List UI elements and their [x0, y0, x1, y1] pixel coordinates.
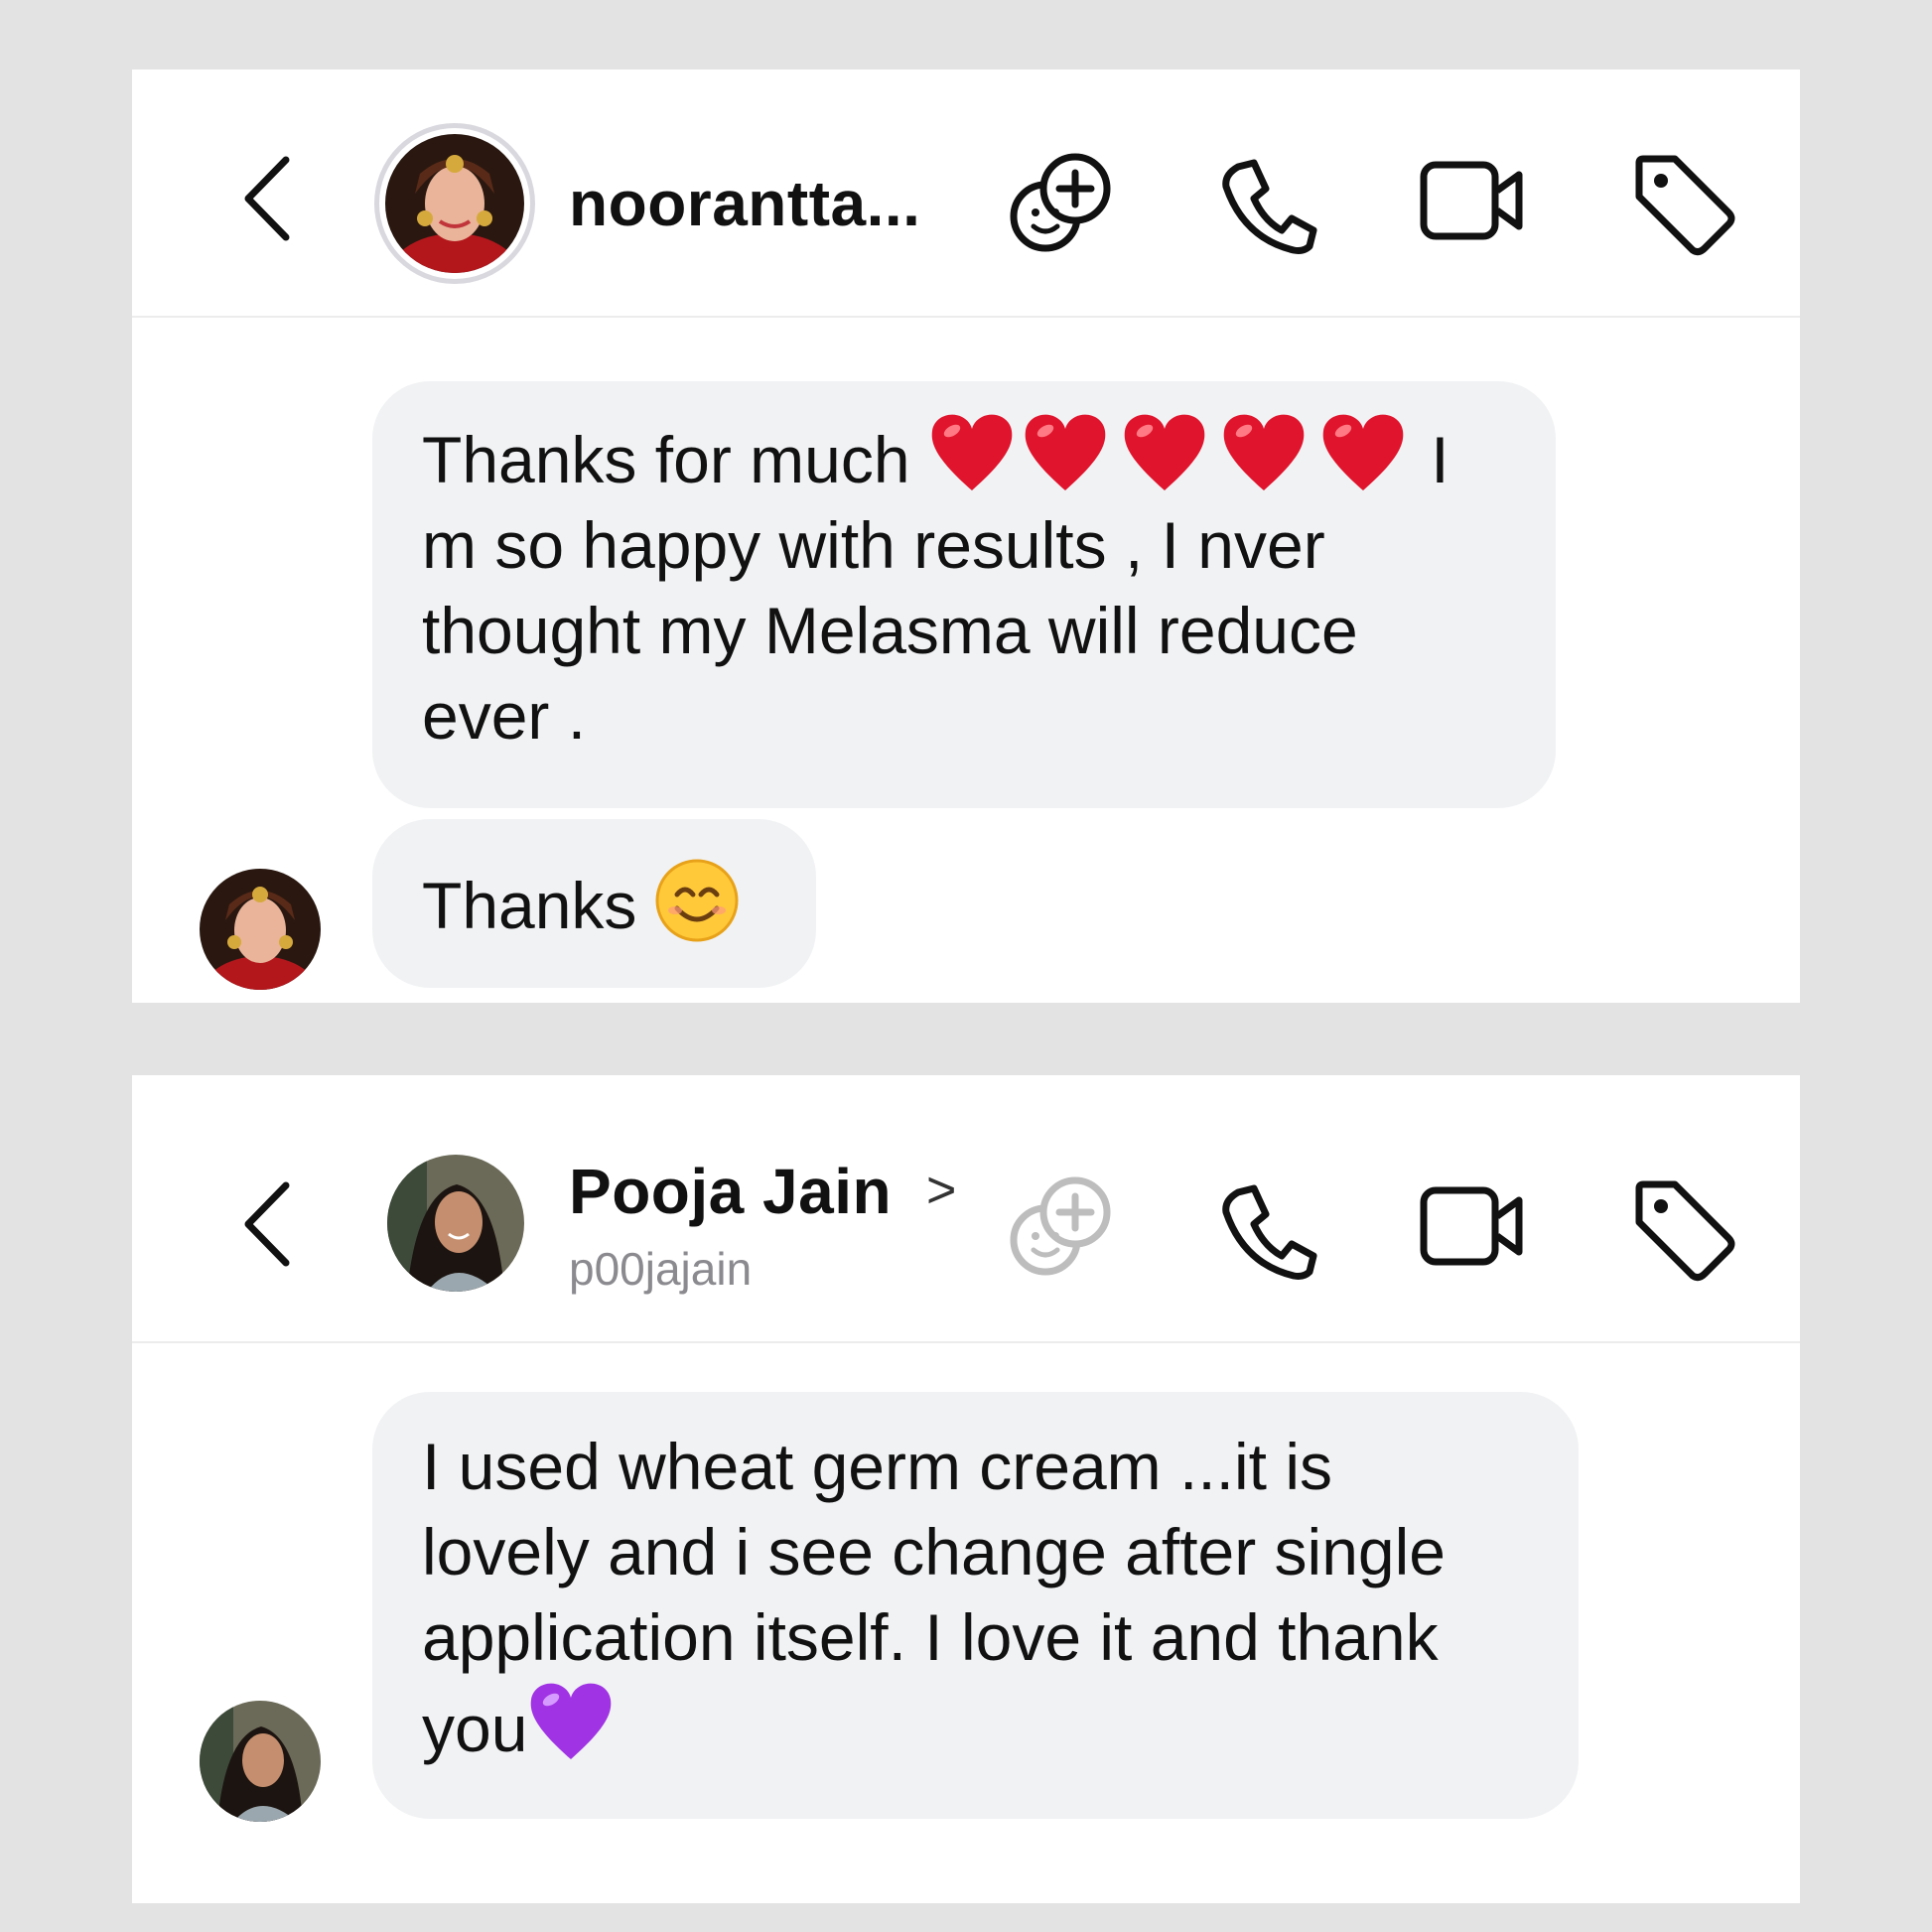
- red-heart-icon: [1025, 414, 1106, 490]
- heart-row: [928, 414, 1413, 496]
- chat-header: noorantta...: [132, 69, 1800, 333]
- contact-name[interactable]: noorantta...: [569, 167, 920, 240]
- red-heart-icon: [931, 414, 1013, 490]
- sender-avatar[interactable]: [200, 1701, 321, 1822]
- chevron-right-icon[interactable]: >: [926, 1161, 956, 1220]
- back-icon[interactable]: [236, 152, 306, 246]
- username: p00jajain: [569, 1243, 753, 1295]
- message-bubble: I used wheat germ cream ...it is lovely …: [372, 1392, 1579, 1819]
- profile-photo: [200, 1701, 321, 1822]
- profile-photo: [387, 1155, 524, 1292]
- smiling-face-icon: [655, 859, 739, 942]
- message-text: Thanks: [422, 869, 655, 942]
- add-effect-icon: [1010, 1176, 1111, 1276]
- avatar[interactable]: [385, 134, 524, 333]
- chat-screenshot-1: noorantta... Thanks for much I m so happ…: [132, 69, 1800, 1003]
- tag-icon[interactable]: [1629, 149, 1738, 258]
- message-bubble: Thanks for much I m so happy with result…: [372, 381, 1556, 808]
- profile-photo: [200, 869, 321, 990]
- tag-icon[interactable]: [1629, 1174, 1738, 1284]
- message-text: Thanks for much: [422, 423, 928, 496]
- red-heart-icon: [1223, 414, 1305, 490]
- phone-icon[interactable]: [1214, 1174, 1323, 1284]
- back-icon[interactable]: [236, 1177, 306, 1272]
- message-bubble: Thanks: [372, 819, 816, 988]
- sender-avatar[interactable]: [200, 869, 321, 990]
- red-heart-icon: [1322, 414, 1404, 490]
- contact-name[interactable]: Pooja Jain: [569, 1155, 892, 1228]
- profile-photo: [385, 134, 524, 333]
- red-heart-icon: [1124, 414, 1205, 490]
- phone-icon[interactable]: [1214, 149, 1323, 258]
- chat-screenshot-2: Pooja Jain > p00jajain I used wheat germ…: [132, 1075, 1800, 1903]
- avatar[interactable]: [387, 1155, 524, 1292]
- add-effect-icon[interactable]: [1006, 149, 1115, 258]
- video-call-icon[interactable]: [1418, 1176, 1527, 1276]
- purple-heart-icon: [531, 1683, 612, 1759]
- video-call-icon[interactable]: [1418, 151, 1527, 250]
- chat-header: Pooja Jain > p00jajain: [132, 1075, 1800, 1343]
